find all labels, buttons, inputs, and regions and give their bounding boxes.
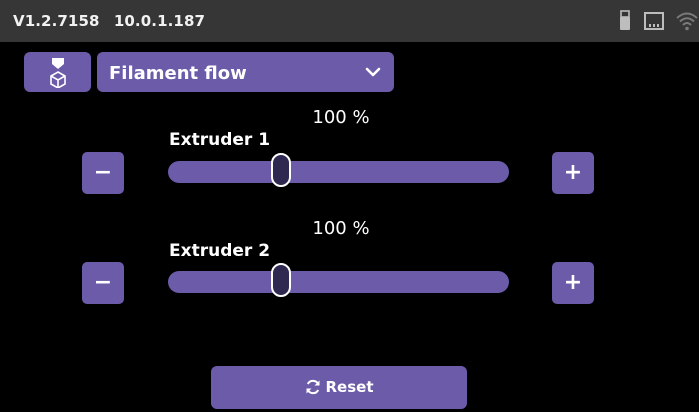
extruder-2-decrease-button[interactable]: −	[82, 262, 124, 304]
status-info: V1.2.7158 10.0.1.187	[13, 0, 205, 42]
sync-icon	[306, 379, 319, 395]
extruder-2-slider[interactable]	[168, 263, 509, 297]
ethernet-icon	[644, 12, 664, 30]
mode-dropdown[interactable]: Filament flow	[97, 52, 394, 92]
extruder-2-label: Extruder 2	[169, 241, 271, 261]
filament-mode-button[interactable]	[24, 52, 91, 92]
usb-icon	[620, 10, 630, 30]
status-bar: V1.2.7158 10.0.1.187	[0, 0, 699, 42]
reset-button[interactable]: Reset	[211, 366, 467, 409]
minus-icon: −	[93, 160, 113, 185]
extruder-1-slider-handle[interactable]	[271, 153, 291, 187]
reset-label: Reset	[325, 378, 374, 396]
extruder-1-label: Extruder 1	[169, 130, 271, 150]
extruder-1-value: 100 %	[312, 107, 370, 128]
plus-icon: +	[563, 270, 583, 295]
wifi-icon	[676, 12, 698, 31]
extruder-1-decrease-button[interactable]: −	[82, 152, 124, 194]
ip-address: 10.0.1.187	[113, 12, 206, 30]
extruder-1-increase-button[interactable]: +	[552, 152, 594, 194]
plus-icon: +	[563, 160, 583, 185]
chevron-down-icon	[365, 67, 381, 77]
extruder-1-slider[interactable]	[168, 153, 509, 187]
flow-screen: V1.2.7158 10.0.1.187 Filament flow 100 %…	[0, 0, 699, 412]
extruder-2-slider-handle[interactable]	[271, 263, 291, 297]
extruder-2-increase-button[interactable]: +	[552, 262, 594, 304]
dropdown-value: Filament flow	[109, 63, 247, 84]
extruder-2-value: 100 %	[312, 218, 370, 239]
firmware-version: V1.2.7158	[13, 12, 100, 30]
minus-icon: −	[93, 270, 113, 295]
filament-spool-icon	[50, 58, 66, 88]
